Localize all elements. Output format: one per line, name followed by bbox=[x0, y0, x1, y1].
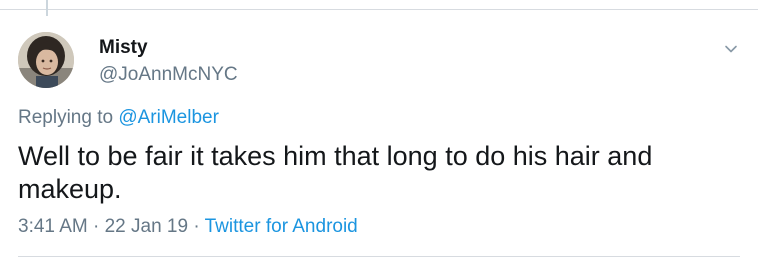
tweet-date[interactable]: 22 Jan 19 bbox=[105, 216, 188, 237]
tweet-text: Well to be fair it takes him that long t… bbox=[18, 141, 653, 204]
tweet-source-link[interactable]: Twitter for Android bbox=[205, 216, 358, 237]
bottom-divider bbox=[18, 256, 740, 257]
author-handle[interactable]: @JoAnnMcNYC bbox=[99, 64, 238, 86]
user-photo-avatar-icon bbox=[18, 32, 74, 88]
avatar[interactable] bbox=[18, 32, 74, 88]
tweet-time[interactable]: 3:41 AM bbox=[18, 216, 88, 237]
replying-to-line: Replying to @AriMelber bbox=[18, 107, 219, 129]
meta-separator: · bbox=[93, 216, 100, 237]
replying-to-label: Replying to bbox=[18, 107, 114, 128]
meta-separator: · bbox=[193, 216, 200, 237]
reply-mention-link[interactable]: @AriMelber bbox=[118, 107, 219, 128]
thread-connector-line bbox=[46, 0, 48, 16]
author-display-name[interactable]: Misty bbox=[99, 37, 148, 59]
chevron-down-icon[interactable] bbox=[722, 40, 740, 58]
tweet-metadata: 3:41 AM · 22 Jan 19 · Twitter for Androi… bbox=[18, 216, 358, 238]
top-divider bbox=[0, 9, 758, 10]
